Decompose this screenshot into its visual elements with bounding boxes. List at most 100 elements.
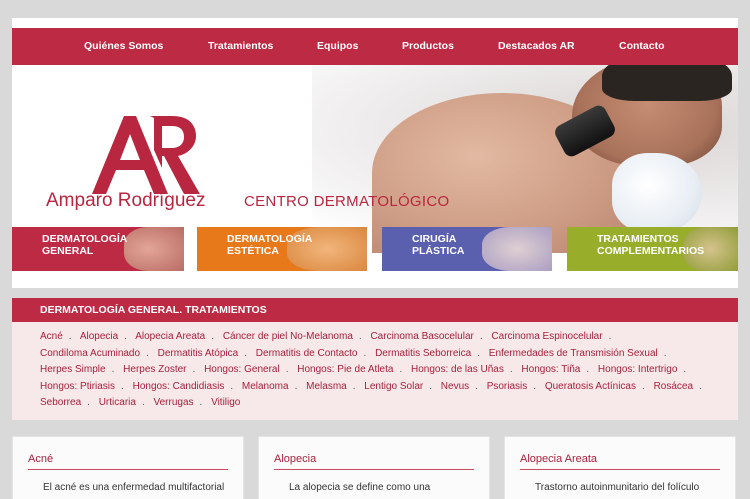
- treatment-link[interactable]: Vitiligo: [211, 397, 240, 408]
- treatment-link[interactable]: Melanoma: [242, 381, 289, 392]
- treatment-link[interactable]: Enfermedades de Transmisión Sexual: [489, 348, 658, 359]
- separator: .: [477, 347, 480, 359]
- treatment-link[interactable]: Dermatitis Atópica: [158, 348, 239, 359]
- treatment-link[interactable]: Nevus: [441, 381, 469, 392]
- treatment-link[interactable]: Alopecia: [80, 331, 118, 342]
- separator: .: [533, 380, 537, 392]
- treatment-link[interactable]: Hongos: Tiña: [521, 364, 580, 375]
- separator: .: [87, 397, 90, 409]
- card-alopecia: Alopecia La alopecia se define como una: [258, 436, 490, 499]
- separator: .: [146, 347, 149, 359]
- top-strip: [0, 0, 750, 18]
- hero-glove: [612, 153, 702, 233]
- treatment-link[interactable]: Carcinoma Basocelular: [370, 331, 473, 342]
- brand-subtitle: CENTRO DERMATOLÓGICO: [244, 193, 450, 210]
- separator: .: [642, 380, 645, 392]
- separator: .: [121, 380, 124, 392]
- site-header: Quiénes Somos Tratamientos Equipos Produ…: [12, 18, 738, 288]
- separator: .: [683, 364, 687, 376]
- treatment-link[interactable]: Hongos: Intertrigo: [598, 364, 678, 375]
- card-alopecia-areata: Alopecia Areata Trastorno autoinmunitari…: [504, 436, 736, 499]
- nav-quienes-somos[interactable]: Quiénes Somos: [84, 28, 163, 65]
- separator: .: [429, 380, 432, 392]
- tile-label: CIRUGÍA PLÁSTICA: [412, 233, 465, 257]
- treatment-link[interactable]: Dermatitis de Contacto: [256, 348, 358, 359]
- treatment-link[interactable]: Seborrea: [40, 397, 81, 408]
- card-text: La alopecia se define como una: [289, 482, 431, 493]
- treatment-link[interactable]: Cáncer de piel No-Melanoma: [223, 331, 353, 342]
- separator: .: [141, 397, 145, 409]
- tile-dermatologia-estetica[interactable]: DERMATOLOGÍA ESTÉTICA: [197, 227, 367, 271]
- nav-productos[interactable]: Productos: [402, 28, 454, 65]
- treatment-link[interactable]: Condiloma Acuminado: [40, 348, 140, 359]
- tile-face-image: [124, 227, 184, 271]
- ar-logo[interactable]: [92, 116, 202, 196]
- treatment-links: Acné. Alopecia. Alopecia Areata. Cáncer …: [40, 329, 726, 412]
- separator: .: [285, 364, 289, 376]
- treatment-link[interactable]: Hongos: Pie de Atleta: [297, 364, 393, 375]
- treatment-link[interactable]: Herpes Zoster: [123, 364, 186, 375]
- card-text: El acné es una enfermedad multifactorial: [43, 482, 225, 493]
- separator: .: [111, 364, 115, 376]
- treatment-link[interactable]: Psoriasis: [487, 381, 528, 392]
- treatment-link[interactable]: Verrugas: [154, 397, 194, 408]
- tile-dermatologia-general[interactable]: DERMATOLOGÍA GENERAL: [12, 227, 184, 271]
- nav-tratamientos[interactable]: Tratamientos: [208, 28, 273, 65]
- card-acne: Acné El acné es una enfermedad multifact…: [12, 436, 244, 499]
- treatments-section: DERMATOLOGÍA GENERAL. TRATAMIENTOS Acné.…: [12, 298, 738, 420]
- separator: .: [124, 331, 127, 342]
- tile-face-image: [482, 227, 552, 271]
- treatment-link[interactable]: Hongos: de las Uñas: [411, 364, 504, 375]
- card-divider: [274, 469, 474, 470]
- tile-label: DERMATOLOGÍA ESTÉTICA: [227, 233, 313, 257]
- treatment-link[interactable]: Lentigo Solar: [364, 381, 423, 392]
- separator: .: [230, 380, 234, 392]
- treatment-link[interactable]: Queratosis Actínicas: [545, 381, 636, 392]
- main-nav: Quiénes Somos Tratamientos Equipos Produ…: [12, 28, 738, 65]
- separator: .: [663, 347, 667, 359]
- nav-destacados[interactable]: Destacados AR: [498, 28, 575, 65]
- card-divider: [28, 469, 228, 470]
- nav-equipos[interactable]: Equipos: [317, 28, 358, 65]
- separator: .: [479, 331, 483, 342]
- separator: .: [358, 331, 362, 342]
- separator: .: [399, 364, 403, 376]
- treatment-link[interactable]: Herpes Simple: [40, 364, 106, 375]
- tile-label: DERMATOLOGÍA GENERAL: [42, 233, 128, 257]
- treatment-link[interactable]: Acné: [40, 331, 63, 342]
- treatment-link[interactable]: Dermatitis Seborreica: [375, 348, 471, 359]
- separator: .: [211, 331, 215, 342]
- nav-contacto[interactable]: Contacto: [619, 28, 665, 65]
- card-divider: [520, 469, 720, 470]
- treatment-link[interactable]: Hongos: Candidiasis: [133, 381, 225, 392]
- treatment-link[interactable]: Urticaria: [99, 397, 136, 408]
- treatment-link[interactable]: Alopecia Areata: [135, 331, 205, 342]
- separator: .: [192, 364, 196, 376]
- separator: .: [199, 397, 203, 409]
- separator: .: [68, 331, 72, 342]
- card-title[interactable]: Acné: [28, 453, 228, 465]
- section-title: DERMATOLOGÍA GENERAL. TRATAMIENTOS: [12, 298, 738, 322]
- treatment-link[interactable]: Carcinoma Espinocelular: [491, 331, 602, 342]
- separator: .: [475, 380, 478, 392]
- category-tiles: DERMATOLOGÍA GENERAL DERMATOLOGÍA ESTÉTICA…: [12, 227, 738, 271]
- separator: .: [608, 331, 612, 342]
- card-text: Trastorno autoinmunitario del folículo: [535, 482, 700, 493]
- treatment-link[interactable]: Rosácea: [654, 381, 693, 392]
- separator: .: [509, 364, 513, 376]
- separator: .: [586, 364, 590, 376]
- brand-name: Amparo Rodríguez: [46, 190, 206, 211]
- separator: .: [363, 347, 367, 359]
- tile-label: TRATAMIENTOS COMPLEMENTARIOS: [597, 233, 705, 257]
- separator: .: [294, 380, 298, 392]
- card-title[interactable]: Alopecia Areata: [520, 453, 720, 465]
- tile-tratamientos-complementarios[interactable]: TRATAMIENTOS COMPLEMENTARIOS: [567, 227, 738, 271]
- separator: .: [244, 347, 247, 359]
- tile-cirugia-plastica[interactable]: CIRUGÍA PLÁSTICA: [382, 227, 552, 271]
- card-title[interactable]: Alopecia: [274, 453, 474, 465]
- separator: .: [352, 380, 356, 392]
- separator: .: [699, 380, 702, 392]
- treatment-link[interactable]: Hongos: General: [204, 364, 280, 375]
- treatment-link[interactable]: Melasma: [306, 381, 347, 392]
- treatment-link[interactable]: Hongos: Ptiriasis: [40, 381, 115, 392]
